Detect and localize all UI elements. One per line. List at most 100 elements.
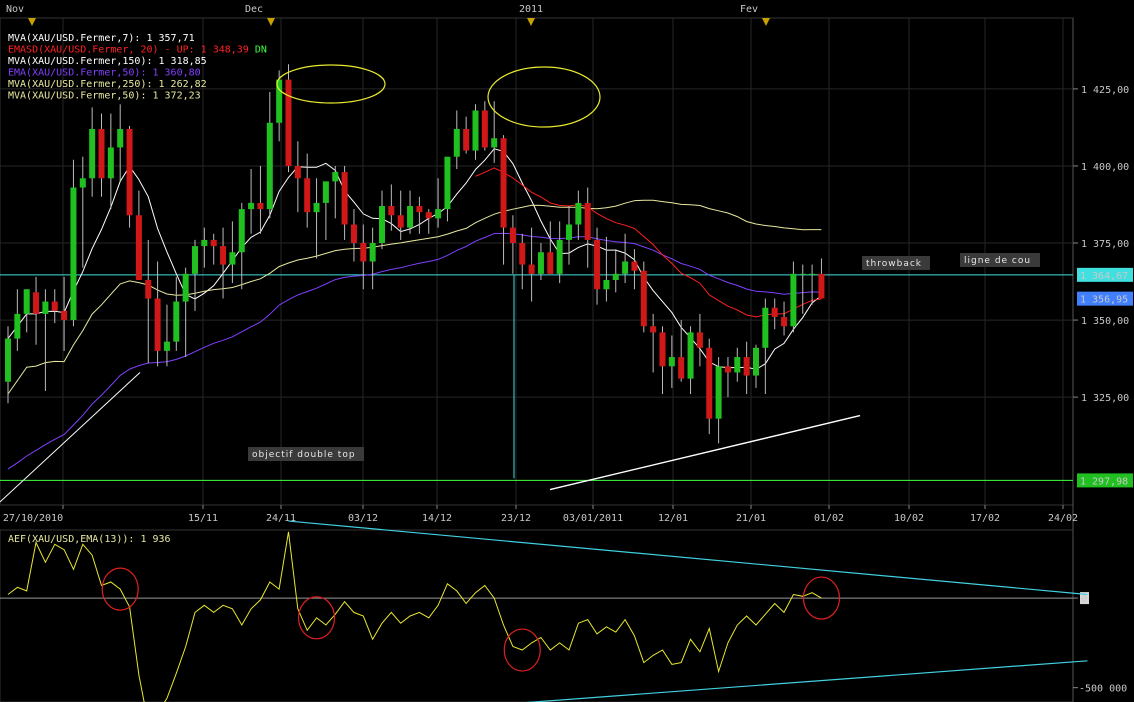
candle-body (463, 128, 470, 151)
mva150-line (0, 372, 141, 503)
x-tick-label: 21/01 (736, 513, 766, 524)
candle-body (678, 357, 685, 379)
candle (425, 209, 432, 234)
candle (566, 206, 572, 265)
candle (98, 113, 105, 197)
candle (117, 104, 124, 182)
candle (248, 169, 255, 234)
x-tick-label: 03/01/2011 (563, 513, 623, 524)
candle (304, 153, 311, 228)
candle (556, 221, 563, 284)
x-tick-label: 23/12 (501, 513, 531, 524)
candle (575, 190, 582, 240)
candle (603, 236, 610, 302)
double-top-ellipse (276, 64, 386, 104)
candle (201, 227, 208, 268)
candle-body (201, 239, 208, 247)
candle (472, 104, 479, 160)
mva50-line (7, 199, 822, 395)
candle-body (799, 273, 806, 275)
candle (107, 113, 114, 210)
candle (285, 64, 292, 173)
candle-body (182, 273, 189, 302)
candle-body (734, 357, 741, 373)
x-tick-label: 03/12 (348, 513, 378, 524)
candle (229, 221, 236, 284)
candle-body (397, 215, 404, 228)
candle (547, 221, 554, 274)
candle (220, 227, 227, 299)
candle-body (631, 261, 638, 271)
candles (5, 64, 825, 444)
candle (715, 357, 722, 444)
candle (500, 135, 507, 265)
x-tick-label: 24/11 (266, 513, 296, 524)
candle-body (668, 357, 675, 367)
candle-body (622, 261, 629, 274)
y-tick-label: 1 425,00 (1081, 85, 1129, 96)
price-label: 1 364,67 (1077, 267, 1133, 282)
x-tick-label: 01/02 (814, 513, 844, 524)
candle-body (322, 181, 329, 203)
month-marker (267, 18, 275, 26)
candle (388, 184, 395, 231)
candle-body (360, 243, 367, 262)
candle (463, 116, 470, 154)
candle-body (350, 224, 357, 244)
candle-body (407, 206, 414, 228)
osc-y-tick-label: 0 (1081, 594, 1087, 605)
candle (706, 338, 713, 435)
candle-body (724, 366, 731, 373)
candle-body (537, 252, 544, 274)
month-marker (527, 18, 535, 26)
annotation: throwback (862, 256, 930, 270)
candle-body (790, 273, 797, 327)
candle-body (566, 224, 572, 240)
candle (481, 101, 488, 151)
oscillator-title: AEF(XAU/USD,EMA(13)): 1 936 (8, 534, 171, 545)
candle-body (285, 79, 292, 166)
candle (182, 267, 189, 358)
candle-body (809, 273, 816, 275)
y-tick-label: 1 375,00 (1081, 239, 1129, 250)
candle (687, 326, 694, 395)
candle-body (173, 301, 180, 342)
candle (407, 190, 414, 234)
candle-body (575, 202, 582, 225)
chart: objectif double top throwback ligne de cou… (0, 4, 1133, 702)
candle-body (294, 165, 301, 179)
y-tick-label: 1 325,00 (1081, 393, 1129, 404)
candle-body (163, 341, 170, 351)
candle-body (650, 326, 657, 333)
candle-body (341, 172, 348, 225)
candle-body (519, 243, 526, 265)
candle (659, 326, 666, 395)
legend-entry: EMASD(XAU/USD.Fermer, 20) - UP: 1 348,39… (8, 45, 267, 56)
candle-body (154, 298, 161, 351)
candle (294, 141, 301, 213)
candle-body (379, 206, 385, 244)
candle-body (332, 172, 339, 182)
candle-body (266, 122, 273, 210)
candle (51, 289, 58, 324)
candle-body (453, 128, 460, 157)
candle (33, 276, 40, 345)
candle (584, 187, 591, 268)
candle (734, 347, 741, 382)
oscillator-trendline (525, 660, 1088, 702)
candle (790, 261, 797, 333)
candle-body (509, 227, 516, 244)
candle (622, 233, 629, 284)
x-tick-label: 15/11 (188, 513, 218, 524)
candle-body (659, 332, 666, 367)
candle (668, 335, 675, 388)
candle (509, 215, 516, 274)
candle (238, 202, 245, 290)
month-label: Nov (6, 4, 24, 15)
candle-body (51, 301, 58, 311)
candle (528, 227, 535, 302)
price-label: 1 297,98 (1077, 473, 1133, 488)
candle (809, 264, 816, 305)
candle-body (781, 316, 788, 327)
candle (154, 261, 161, 367)
